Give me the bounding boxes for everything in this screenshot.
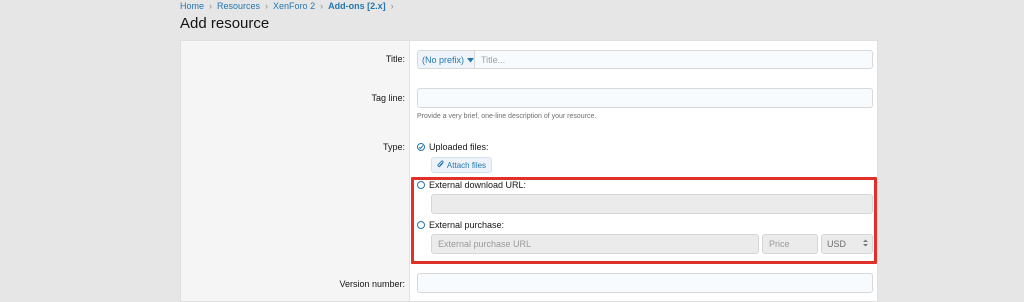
radio-unchecked-icon[interactable] — [417, 221, 425, 229]
attach-files-button[interactable]: Attach files — [431, 157, 492, 173]
currency-value: USD — [827, 239, 847, 249]
external-purchase-url-input[interactable]: External purchase URL — [431, 234, 759, 254]
tagline-input[interactable] — [417, 88, 873, 108]
breadcrumb-home[interactable]: Home — [180, 1, 204, 11]
type-option-external-purchase[interactable]: External purchase: — [417, 220, 504, 230]
tagline-hint: Provide a very brief, one-line descripti… — [417, 113, 597, 120]
type-label: Type: — [382, 142, 405, 152]
title-placeholder: Title... — [481, 54, 506, 65]
price-input[interactable]: Price — [762, 234, 818, 254]
title-label: Title: — [385, 54, 405, 64]
title-input[interactable]: Title... — [474, 50, 873, 69]
prefix-select[interactable]: (No prefix) — [417, 50, 475, 69]
tagline-label: Tag line: — [371, 93, 405, 103]
breadcrumb: Home › Resources › XenForo 2 › Add-ons [… — [180, 1, 399, 11]
page-title: Add resource — [180, 15, 270, 32]
caret-down-icon — [467, 55, 474, 65]
select-arrows-icon — [863, 239, 868, 249]
type-option-uploaded-label: Uploaded files: — [429, 142, 489, 152]
version-label: Version number: — [339, 279, 405, 289]
type-option-external-download-label: External download URL: — [429, 180, 527, 190]
version-input[interactable] — [417, 273, 873, 293]
breadcrumb-xenforo2[interactable]: XenForo 2 — [273, 1, 315, 11]
external-download-url-input[interactable] — [431, 194, 873, 214]
form-label-column — [181, 41, 410, 301]
paperclip-icon — [437, 160, 445, 171]
breadcrumb-addons[interactable]: Add-ons [2.x] — [328, 1, 386, 11]
chevron-right-icon: › — [390, 1, 394, 11]
breadcrumb-resources[interactable]: Resources — [217, 1, 260, 11]
chevron-right-icon: › — [265, 1, 269, 11]
attach-files-label: Attach files — [446, 160, 487, 170]
prefix-value: (No prefix) — [422, 54, 465, 65]
external-purchase-url-placeholder: External purchase URL — [438, 239, 532, 249]
type-option-external-download[interactable]: External download URL: — [417, 180, 526, 190]
price-placeholder: Price — [769, 239, 790, 249]
type-option-external-purchase-label: External purchase: — [429, 220, 505, 230]
radio-checked-icon[interactable] — [417, 143, 425, 151]
chevron-right-icon: › — [320, 1, 324, 11]
type-option-uploaded[interactable]: Uploaded files: — [417, 142, 489, 152]
radio-unchecked-icon[interactable] — [417, 181, 425, 189]
chevron-right-icon: › — [209, 1, 213, 11]
currency-select[interactable]: USD — [821, 234, 873, 254]
